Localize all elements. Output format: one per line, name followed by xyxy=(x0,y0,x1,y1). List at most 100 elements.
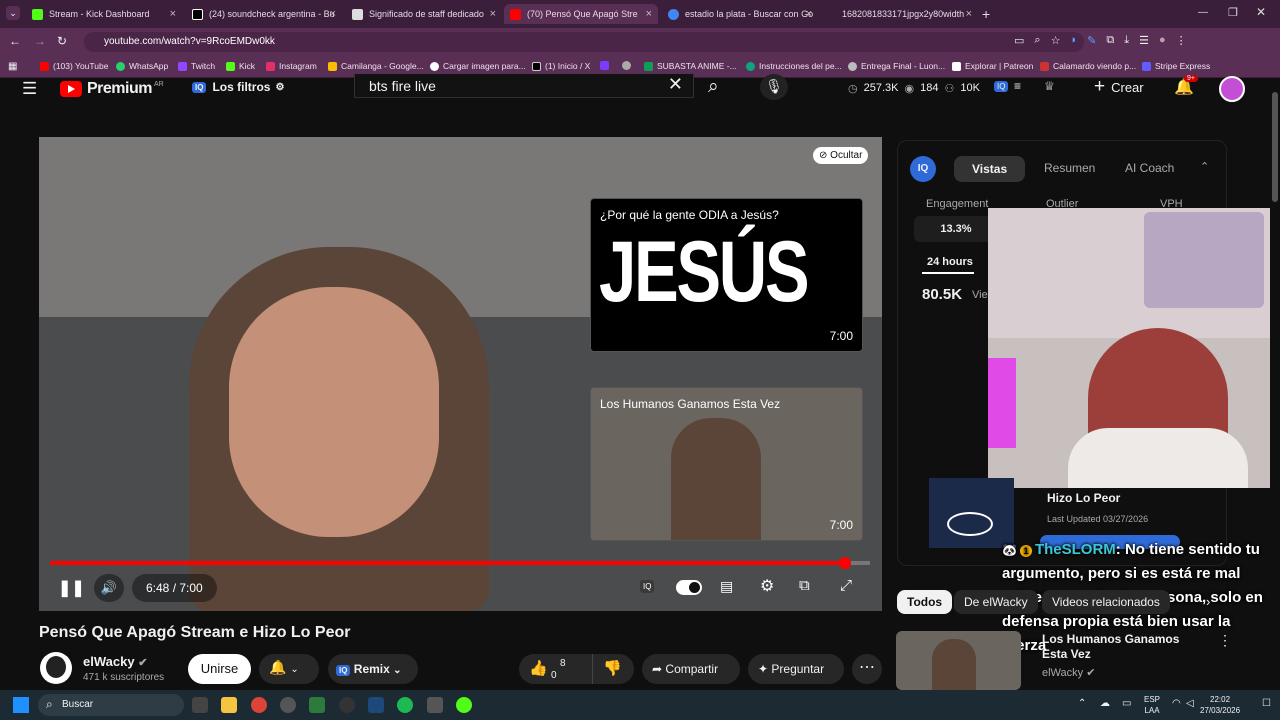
recommended-thumbnail[interactable] xyxy=(896,631,1021,690)
settings-icon[interactable]: ⚙ xyxy=(760,576,774,596)
hide-button[interactable]: ⊘ Ocultar xyxy=(813,147,869,164)
more-actions-button[interactable]: ⋯ xyxy=(852,654,882,684)
taskbar-app-icon[interactable] xyxy=(456,697,472,713)
join-button[interactable]: Unirse xyxy=(188,654,251,684)
iq-player-icon[interactable]: IQ xyxy=(640,580,655,593)
bookmark[interactable]: Explorar | Patreon xyxy=(952,61,1033,71)
bookmark[interactable]: Calamardo viendo p... xyxy=(1040,61,1136,71)
close-tab-icon[interactable]: × xyxy=(330,8,336,20)
bookmark[interactable] xyxy=(600,61,613,70)
volume-button[interactable]: 🔊 xyxy=(94,574,124,602)
tab-image[interactable]: 1682081833171jpgx2y80width × xyxy=(822,4,978,24)
bookmark[interactable]: Entrega Final - Luon... xyxy=(848,61,945,71)
search-input[interactable]: bts fire live ✕ xyxy=(354,74,694,98)
filters-button[interactable]: IQ Los filtros ⚙ xyxy=(192,80,284,94)
ask-button[interactable]: ✦ Preguntar xyxy=(748,654,844,684)
obs-icon[interactable] xyxy=(339,697,355,713)
taskbar-search[interactable]: ⌕ Buscar xyxy=(38,694,184,716)
bookmark[interactable]: Stripe Express xyxy=(1142,61,1210,71)
autoplay-toggle[interactable] xyxy=(676,580,702,595)
channel-avatar[interactable] xyxy=(40,652,72,684)
bookmark[interactable]: Twitch xyxy=(178,61,215,71)
taskbar-app-icon[interactable] xyxy=(192,697,208,713)
tab-vistas[interactable]: Vistas xyxy=(954,156,1026,182)
address-bar[interactable]: youtube.com/watch?v=9RcoEMDw0kk xyxy=(84,32,1084,52)
remix-button[interactable]: IQ Remix ⌄ xyxy=(328,654,418,684)
dislike-button[interactable]: 👎 xyxy=(592,654,634,684)
bookmark[interactable]: Kick xyxy=(226,61,255,71)
recommended-title[interactable]: Los Humanos Ganamos Esta Vez xyxy=(1042,632,1202,662)
taskbar-language[interactable]: ESP LAA xyxy=(1144,694,1160,716)
tab-soundcheck[interactable]: (24) soundcheck argentina - Bu × xyxy=(186,4,342,24)
close-tab-icon[interactable]: × xyxy=(170,8,176,20)
sidebar-card-title[interactable]: Hizo Lo Peor xyxy=(1047,491,1120,505)
extension-icon[interactable]: ✎ xyxy=(1087,34,1096,47)
taskbar-clock[interactable]: 22:02 27/03/2026 xyxy=(1200,694,1240,716)
maximize-button[interactable]: ❐ xyxy=(1228,6,1238,19)
list-icon[interactable]: ☰ xyxy=(1139,34,1149,47)
youtube-logo[interactable]: Premium AR xyxy=(60,80,164,98)
close-tab-icon[interactable]: × xyxy=(646,8,652,20)
profile-icon[interactable]: ● xyxy=(1159,34,1166,47)
pause-button[interactable]: ❚❚ xyxy=(58,578,85,598)
star-icon[interactable]: ☆ xyxy=(1051,34,1061,47)
download-icon[interactable]: ⤓ xyxy=(1124,34,1129,47)
tab-menu-icon[interactable]: ⌄ xyxy=(6,6,20,20)
miniplayer-icon[interactable]: ⧉ xyxy=(799,577,810,594)
close-window-button[interactable]: ✕ xyxy=(1256,5,1266,19)
spotify-icon[interactable] xyxy=(397,697,413,713)
more-vert-icon[interactable]: ⋮ xyxy=(1218,632,1232,649)
chip-videos-relacionados[interactable]: Videos relacionados xyxy=(1042,590,1170,614)
bookmark[interactable]: SUBASTA ANIME -... xyxy=(644,61,737,71)
list-icon[interactable]: ≡ xyxy=(1014,79,1021,93)
iq-icon[interactable]: IQ xyxy=(994,81,1009,92)
steam-icon[interactable] xyxy=(368,697,384,713)
channel-name[interactable]: elWacky ✔ xyxy=(83,654,147,669)
chrome-icon[interactable] xyxy=(251,697,267,713)
tab-estadio[interactable]: estadio la plata - Buscar con Go × xyxy=(662,4,818,24)
hamburger-icon[interactable]: ☰ xyxy=(22,79,37,99)
taskbar-app-icon[interactable] xyxy=(309,697,325,713)
subtitles-icon[interactable]: ▤ xyxy=(720,578,733,595)
chip-todos[interactable]: Todos xyxy=(897,590,953,614)
speaker-icon[interactable]: ◁ xyxy=(1186,698,1194,709)
tab-youtube-active[interactable]: (70) Pensó Que Apagó Stre × xyxy=(504,4,658,24)
bookmark[interactable]: (1) Inicio / X xyxy=(532,61,590,71)
file-explorer-icon[interactable] xyxy=(221,697,237,713)
forward-icon[interactable]: → xyxy=(34,34,46,48)
bookmark[interactable]: Instagram xyxy=(266,61,317,71)
page-scrollbar[interactable] xyxy=(1270,80,1280,690)
chevron-right-icon[interactable]: › xyxy=(1206,594,1210,609)
bookmark[interactable]: Instrucciones del pe... xyxy=(746,61,842,71)
tab-kick-dashboard[interactable]: Stream - Kick Dashboard × xyxy=(26,4,182,24)
mic-button[interactable]: 🎙 xyxy=(760,74,788,100)
bookmark[interactable]: Camilanga - Google... xyxy=(328,61,424,71)
menu-icon[interactable]: ⋮ xyxy=(1176,34,1187,47)
windows-start-icon[interactable] xyxy=(13,697,29,713)
extension-icon[interactable]: ◗ xyxy=(1070,34,1077,47)
clear-search-icon[interactable]: ✕ xyxy=(668,74,683,95)
close-tab-icon[interactable]: × xyxy=(806,8,812,20)
avatar[interactable] xyxy=(1219,76,1245,102)
end-card-video[interactable]: ¿Por qué la gente ODIA a Jesús? JESÚS 7:… xyxy=(590,198,863,352)
trophy-icon[interactable]: ♕ xyxy=(1044,79,1055,93)
chip-de-elwacky[interactable]: De elWacky xyxy=(954,590,1038,614)
tray-icon[interactable]: ▭ xyxy=(1122,698,1131,709)
share-button[interactable]: ➦ Compartir xyxy=(642,654,740,684)
wifi-icon[interactable]: ◠ xyxy=(1172,698,1181,709)
apps-icon[interactable]: ▦ xyxy=(8,61,17,72)
like-button[interactable]: 👍 8 0 xyxy=(519,654,592,684)
bookmark[interactable]: (103) YouTube xyxy=(40,61,108,71)
taskbar-app-icon[interactable] xyxy=(280,697,296,713)
tab-ai-coach[interactable]: AI Coach xyxy=(1115,156,1184,180)
progress-bar[interactable] xyxy=(50,557,870,569)
puzzle-icon[interactable]: ⧉ xyxy=(1106,34,1114,47)
recommended-channel[interactable]: elWacky ✔ xyxy=(1042,666,1095,679)
fullscreen-icon[interactable]: ⤢ xyxy=(840,577,852,594)
minimize-button[interactable]: — xyxy=(1198,7,1208,18)
bookmark[interactable]: WhatsApp xyxy=(116,61,168,71)
search-icon[interactable]: ⌕ xyxy=(708,76,719,98)
end-card-video[interactable]: Los Humanos Ganamos Esta Vez 7:00 xyxy=(590,387,863,541)
close-tab-icon[interactable]: × xyxy=(966,8,972,20)
tab-significado[interactable]: Significado de staff dedicado × xyxy=(346,4,502,24)
